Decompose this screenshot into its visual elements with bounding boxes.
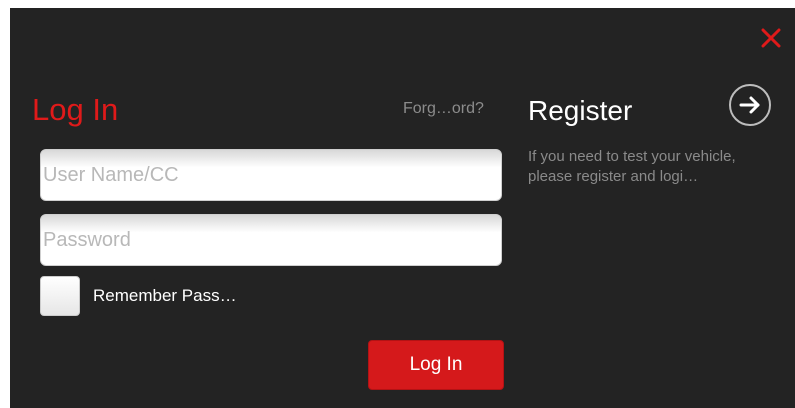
login-button[interactable]: Log In — [368, 340, 504, 390]
remember-password-checkbox[interactable] — [40, 276, 80, 316]
remember-password-label: Remember Pass… — [93, 286, 237, 305]
username-field-container — [40, 149, 502, 201]
register-title: Register — [528, 95, 633, 126]
forgot-password-link[interactable]: Forg…ord? — [403, 98, 484, 120]
login-title: Log In — [32, 92, 119, 127]
register-description: If you need to test your vehicle, please… — [528, 148, 736, 185]
register-button[interactable] — [727, 82, 773, 128]
login-dialog: Log In Forg…ord? Remember Pass… Log In R… — [10, 8, 795, 408]
password-input[interactable] — [41, 215, 501, 265]
close-button[interactable] — [757, 24, 785, 52]
remember-password-row: Remember Pass… — [40, 276, 237, 316]
arrow-right-circle-icon — [729, 84, 771, 126]
password-field-container — [40, 214, 502, 266]
close-icon — [761, 28, 781, 48]
username-input[interactable] — [41, 150, 501, 200]
